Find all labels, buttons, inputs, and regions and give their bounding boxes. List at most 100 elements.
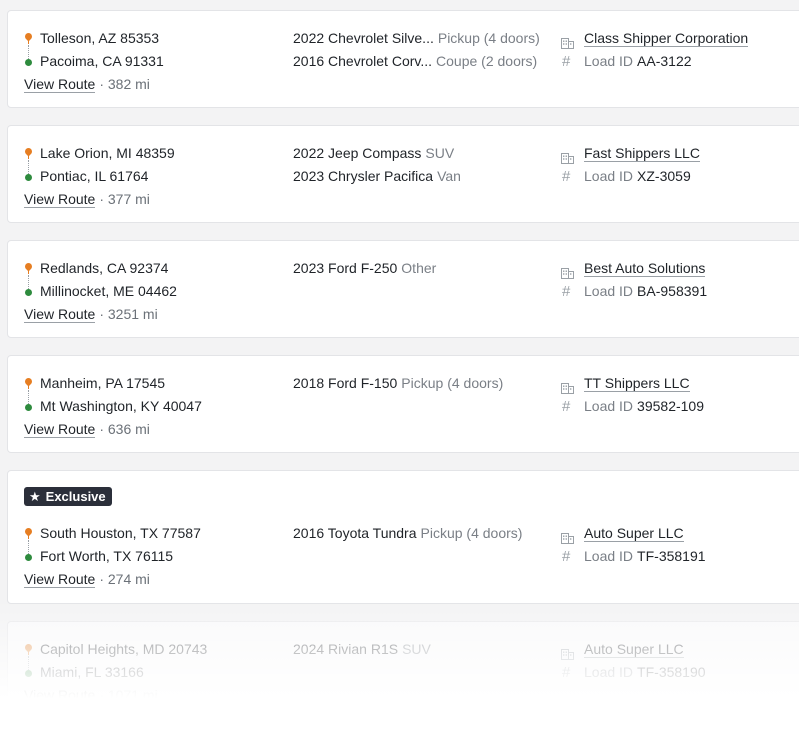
origin-row: Tolleson, AZ 85353 xyxy=(23,27,159,59)
vehicle-type: Coupe (2 doors) xyxy=(436,53,538,69)
vehicle-name: 2023 Ford F-250 xyxy=(293,260,398,276)
load-id-label: Load ID xyxy=(584,168,634,184)
load-id-label: Load ID xyxy=(584,398,634,414)
vehicle-list: 2022 Jeep Compass SUV 2023 Chrysler Pacifi… xyxy=(293,142,461,188)
exclusive-badge: ★ Exclusive xyxy=(24,487,112,506)
load-card[interactable]: ★ Exclusive South Houston, TX 77587 Fort Wo… xyxy=(7,470,799,604)
origin-pin-icon xyxy=(23,372,34,404)
vehicle-type: Other xyxy=(401,260,437,276)
shipper-name-link[interactable]: Auto Super LLC xyxy=(584,525,684,542)
destination-location: Mt Washington, KY 40047 xyxy=(40,398,202,414)
load-card[interactable]: Manheim, PA 17545 Mt Washington, KY 40047… xyxy=(7,355,799,453)
view-route-link[interactable]: View Route xyxy=(24,571,96,588)
vehicle-type: Pickup (4 doors) xyxy=(437,30,540,46)
vehicle-item: 2022 Jeep Compass SUV xyxy=(293,142,461,165)
destination-row: Miami, FL 33166 xyxy=(24,661,158,684)
route-distance: · 274 mi xyxy=(99,571,150,587)
shipper-name-link[interactable]: TT Shippers LLC xyxy=(584,375,690,392)
vehicle-name: 2016 Toyota Tundra xyxy=(293,525,417,541)
load-card[interactable]: Lake Orion, MI 48359 Pontiac, IL 61764 Vie… xyxy=(7,125,799,223)
load-id-value: TF-358190 xyxy=(637,664,706,680)
shipper-info: TT Shippers LLC # Load ID 39582-109 xyxy=(561,372,704,418)
destination-location: Miami, FL 33166 xyxy=(40,664,144,680)
shipper-info: Fast Shippers LLC # Load ID XZ-3059 xyxy=(561,142,700,188)
load-id-row: # Load ID TF-358190 xyxy=(561,661,706,684)
origin-row: Lake Orion, MI 48359 xyxy=(23,142,175,174)
vehicle-item: 2022 Chevrolet Silve... Pickup (4 doors) xyxy=(293,27,540,50)
load-card[interactable]: Capitol Heights, MD 20743 Miami, FL 33166… xyxy=(7,621,799,731)
hash-icon: # xyxy=(562,168,571,185)
shipper-name-link[interactable]: Class Shipper Corporation xyxy=(584,30,749,47)
origin-location: Manheim, PA 17545 xyxy=(40,375,166,391)
shipper-row: Auto Super LLC xyxy=(561,638,706,661)
route-summary: View Route · 1071 mi xyxy=(24,684,158,707)
route-distance: · 377 mi xyxy=(99,191,150,207)
vehicle-item: 2023 Chrysler Pacifica Van xyxy=(293,165,461,188)
shipper-name-link[interactable]: Auto Super LLC xyxy=(584,641,684,658)
destination-dot xyxy=(25,670,32,677)
load-id-label: Load ID xyxy=(584,548,634,564)
destination-row: Millinocket, ME 04462 xyxy=(24,280,177,303)
vehicle-type: Van xyxy=(437,168,461,184)
building-icon xyxy=(561,528,574,544)
load-id-row: # Load ID TF-358191 xyxy=(561,545,706,568)
origin-location: Lake Orion, MI 48359 xyxy=(40,145,175,161)
origin-pin-icon xyxy=(23,257,34,289)
star-icon: ★ xyxy=(29,489,41,504)
load-id-row: # Load ID XZ-3059 xyxy=(561,165,700,188)
vehicle-type: Pickup (4 doors) xyxy=(401,375,504,391)
origin-pin-icon xyxy=(23,638,34,670)
vehicle-name: 2018 Ford F-150 xyxy=(293,375,398,391)
building-icon xyxy=(561,378,574,394)
hash-icon: # xyxy=(562,398,571,415)
origin-pin-icon xyxy=(23,142,34,174)
vehicle-name: 2023 Chrysler Pacifica xyxy=(293,168,434,184)
route-summary: View Route · 636 mi xyxy=(24,418,150,441)
route-info: Manheim, PA 17545 Mt Washington, KY 40047… xyxy=(23,372,202,441)
view-route-link[interactable]: View Route xyxy=(24,76,96,93)
load-id-value: XZ-3059 xyxy=(637,168,691,184)
vehicle-name: 2022 Chevrolet Silve... xyxy=(293,30,434,46)
building-icon xyxy=(561,148,574,164)
route-summary: View Route · 274 mi xyxy=(24,568,150,591)
route-info: Capitol Heights, MD 20743 Miami, FL 33166… xyxy=(23,638,207,707)
origin-location: Tolleson, AZ 85353 xyxy=(40,30,160,46)
destination-dot-icon xyxy=(24,50,34,73)
view-route-link[interactable]: View Route xyxy=(24,306,96,323)
shipper-row: Auto Super LLC xyxy=(561,522,706,545)
route-distance: · 636 mi xyxy=(99,421,150,437)
destination-location: Pacoima, CA 91331 xyxy=(40,53,164,69)
route-summary: View Route · 382 mi xyxy=(24,73,150,96)
vehicle-item: 2023 Ford F-250 Other xyxy=(293,257,436,280)
shipper-name-link[interactable]: Fast Shippers LLC xyxy=(584,145,700,162)
hash-icon: # xyxy=(562,548,571,565)
vehicle-item: 2018 Ford F-150 Pickup (4 doors) xyxy=(293,372,503,395)
view-route-link[interactable]: View Route xyxy=(24,421,96,438)
shipper-row: Best Auto Solutions xyxy=(561,257,707,280)
destination-row: Pacoima, CA 91331 xyxy=(24,50,164,73)
load-card[interactable]: Redlands, CA 92374 Millinocket, ME 04462 V… xyxy=(7,240,799,338)
view-route-link[interactable]: View Route xyxy=(24,687,96,704)
hash-icon: # xyxy=(562,283,571,300)
origin-row: Redlands, CA 92374 xyxy=(23,257,168,289)
building-icon xyxy=(561,644,574,660)
vehicle-list: 2023 Ford F-250 Other xyxy=(293,257,436,280)
origin-pin-icon xyxy=(23,27,34,59)
vehicle-item: 2016 Chevrolet Corv... Coupe (2 doors) xyxy=(293,50,540,73)
route-distance: · 3251 mi xyxy=(99,306,158,322)
load-id-value: BA-958391 xyxy=(637,283,708,299)
vehicle-type: Pickup (4 doors) xyxy=(420,525,523,541)
destination-dot xyxy=(25,289,32,296)
destination-location: Pontiac, IL 61764 xyxy=(40,168,149,184)
destination-location: Fort Worth, TX 76115 xyxy=(40,548,174,564)
shipper-name-link[interactable]: Best Auto Solutions xyxy=(584,260,706,277)
shipper-info: Class Shipper Corporation # Load ID AA-3122 xyxy=(561,27,749,73)
view-route-link[interactable]: View Route xyxy=(24,191,96,208)
vehicle-list: 2024 Rivian R1S SUV xyxy=(293,638,431,661)
load-card[interactable]: Tolleson, AZ 85353 Pacoima, CA 91331 View … xyxy=(7,10,799,108)
vehicle-item: 2024 Rivian R1S SUV xyxy=(293,638,431,661)
destination-dot xyxy=(25,554,32,561)
vehicle-type: SUV xyxy=(402,641,431,657)
destination-dot xyxy=(25,59,32,66)
load-id-label: Load ID xyxy=(584,664,634,680)
